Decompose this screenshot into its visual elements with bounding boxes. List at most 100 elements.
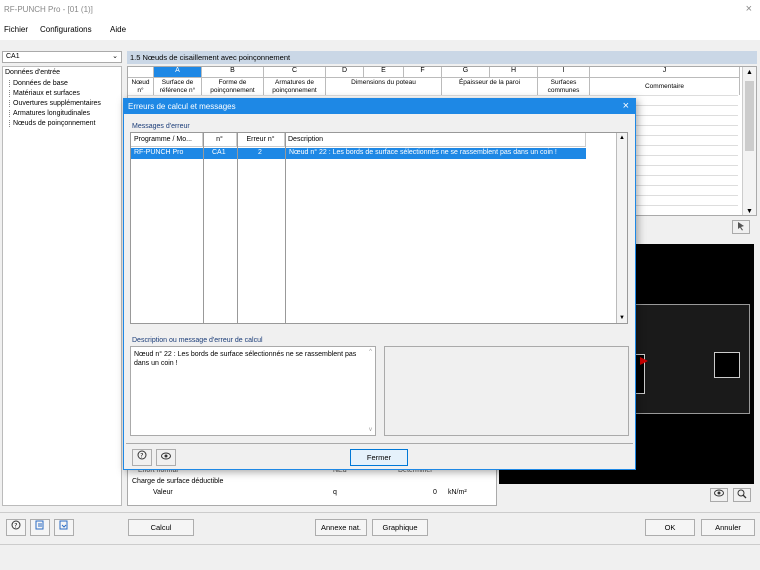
scroll-down-icon[interactable]: ▼ (746, 208, 753, 215)
menu-aide[interactable]: Aide (110, 25, 126, 34)
col-header-surfaces: Surfaces communes (538, 77, 590, 95)
eye-icon (161, 452, 171, 460)
load-case-select[interactable]: CA1 ⌄ (2, 51, 122, 63)
tree-item-donnees-base[interactable]: Données de base (9, 80, 68, 87)
cell-program: RF-PUNCH Pro (134, 149, 184, 156)
tree-root[interactable]: Données d'entrée (5, 69, 60, 76)
window-title: RF-PUNCH Pro - [01 (1)] (4, 5, 93, 14)
export-icon (35, 520, 44, 530)
dialog-title: Erreurs de calcul et messages (128, 102, 236, 111)
menu-configurations[interactable]: Configurations (40, 25, 92, 34)
navigator-tree: Données d'entrée Données de base Matéria… (2, 66, 122, 506)
dialog-close-icon[interactable]: × (623, 100, 629, 112)
svg-text:?: ? (14, 523, 17, 530)
menubar: Fichier Configurations Aide (0, 22, 760, 40)
dialog-view-button[interactable] (156, 449, 176, 466)
row-valeur-symbol: q (333, 489, 337, 496)
col-letter-node (128, 67, 154, 77)
annuler-button[interactable]: Annuler (701, 519, 755, 536)
tree-item-ouvertures[interactable]: Ouvertures supplémentaires (9, 100, 101, 107)
table-row[interactable]: RF-PUNCH Pro CA1 2 Nœud n° 22 : Les bord… (131, 148, 586, 159)
col-header-paroi: Épaisseur de la paroi (442, 77, 538, 95)
col-letter-f[interactable]: F (404, 67, 442, 77)
detail-preview-box (384, 346, 629, 436)
scroll-up-icon[interactable]: ^ (369, 349, 372, 355)
row-charge-label[interactable]: Charge de surface déductible (132, 478, 223, 485)
node-arrow-marker (640, 357, 648, 365)
error-description-text: Nœud n° 22 : Les bords de surface sélect… (134, 351, 357, 367)
tree-item-materiaux[interactable]: Matériaux et surfaces (9, 90, 80, 97)
help-icon: ? (137, 450, 147, 460)
status-bar (0, 544, 760, 570)
column-divider (237, 133, 238, 323)
chevron-down-icon: ⌄ (112, 53, 118, 60)
col-letter-e[interactable]: E (364, 67, 404, 77)
col-letter-g[interactable]: G (442, 67, 490, 77)
header-erreur-no[interactable]: Erreur n° (237, 133, 285, 147)
table-scrollbar[interactable]: ▲ ▼ (742, 67, 756, 215)
footer-bar: ? Calcul Annexe nat. Graphique OK Annule… (0, 512, 760, 542)
load-settings-table: Effort normal NEd Déterminer Charge de s… (127, 466, 497, 506)
col-letter-h[interactable]: H (490, 67, 538, 77)
calcul-button[interactable]: Calcul (128, 519, 194, 536)
header-description[interactable]: Description (285, 133, 586, 147)
col-letter-i[interactable]: I (538, 67, 590, 77)
pick-icon (738, 222, 744, 231)
row-valeur-value[interactable]: 0 (433, 489, 437, 496)
panel-title: 1.5 Nœuds de cisaillement avec poinçonne… (130, 53, 291, 62)
import-button[interactable] (54, 519, 74, 536)
col-letter-a[interactable]: A (154, 67, 202, 77)
view-button[interactable] (710, 488, 728, 502)
dialog-help-button[interactable]: ? (132, 449, 152, 466)
zoom-view-button[interactable] (733, 488, 751, 502)
dialog-titlebar: Erreurs de calcul et messages × (124, 99, 635, 114)
error-description-box[interactable]: Nœud n° 22 : Les bords de surface sélect… (130, 346, 376, 436)
col-letter-c[interactable]: C (264, 67, 326, 77)
panel-header: 1.5 Nœuds de cisaillement avec poinçonne… (127, 51, 757, 64)
col-header-surface: Surface de référence n° (154, 77, 202, 95)
load-case-value: CA1 (6, 53, 20, 60)
column-divider (285, 133, 286, 323)
header-programme[interactable]: Programme / Mo... (131, 133, 203, 147)
scroll-up-icon[interactable]: ▲ (619, 135, 625, 141)
row-valeur-label: Valeur (153, 489, 173, 496)
svg-text:?: ? (140, 453, 143, 460)
ok-button[interactable]: OK (645, 519, 695, 536)
tree-item-armatures[interactable]: Armatures longitudinales (9, 110, 90, 117)
column-outline-right (714, 352, 740, 378)
row-valeur-unit: kN/m² (448, 489, 467, 496)
col-header-poteau: Dimensions du poteau (326, 77, 442, 95)
col-header-commentaire: Commentaire (590, 77, 740, 95)
col-letter-j[interactable]: J (590, 67, 740, 77)
header-no[interactable]: n° (203, 133, 237, 147)
menu-fichier[interactable]: Fichier (4, 25, 28, 34)
scroll-down-icon[interactable]: ▼ (619, 315, 625, 321)
group-label-description: Description ou message d'erreur de calcu… (132, 337, 263, 344)
scroll-up-icon[interactable]: ▲ (746, 69, 753, 76)
messages-scrollbar[interactable]: ▲ ▼ (616, 133, 627, 323)
edit-node-button[interactable] (732, 220, 750, 234)
window-close-button[interactable]: × (746, 3, 752, 15)
cell-error: 2 (258, 149, 262, 156)
col-letter-d[interactable]: D (326, 67, 364, 77)
cell-description: Nœud n° 22 : Les bords de surface sélect… (289, 149, 557, 156)
error-dialog: Erreurs de calcul et messages × Messages… (123, 98, 636, 470)
dialog-footer-divider (126, 443, 633, 444)
export-button[interactable] (30, 519, 50, 536)
zoom-icon (737, 489, 747, 499)
scroll-down-icon[interactable]: v (369, 427, 372, 433)
col-letter-b[interactable]: B (202, 67, 264, 77)
scroll-thumb[interactable] (745, 81, 754, 151)
error-messages-table[interactable]: Programme / Mo... n° Erreur n° Descripti… (130, 132, 628, 324)
annexe-button[interactable]: Annexe nat. (315, 519, 367, 536)
import-icon (59, 520, 68, 530)
help-icon: ? (11, 520, 21, 530)
graphique-button[interactable]: Graphique (372, 519, 428, 536)
tree-item-noeuds[interactable]: Nœuds de poinçonnement (9, 120, 96, 127)
window-titlebar: RF-PUNCH Pro - [01 (1)] × (0, 0, 760, 22)
col-header-node: Nœud n° (128, 77, 154, 95)
col-header-armatures: Armatures de poinçonnement (264, 77, 326, 95)
help-button[interactable]: ? (6, 519, 26, 536)
fermer-button[interactable]: Fermer (350, 449, 408, 466)
eye-icon (714, 489, 724, 497)
